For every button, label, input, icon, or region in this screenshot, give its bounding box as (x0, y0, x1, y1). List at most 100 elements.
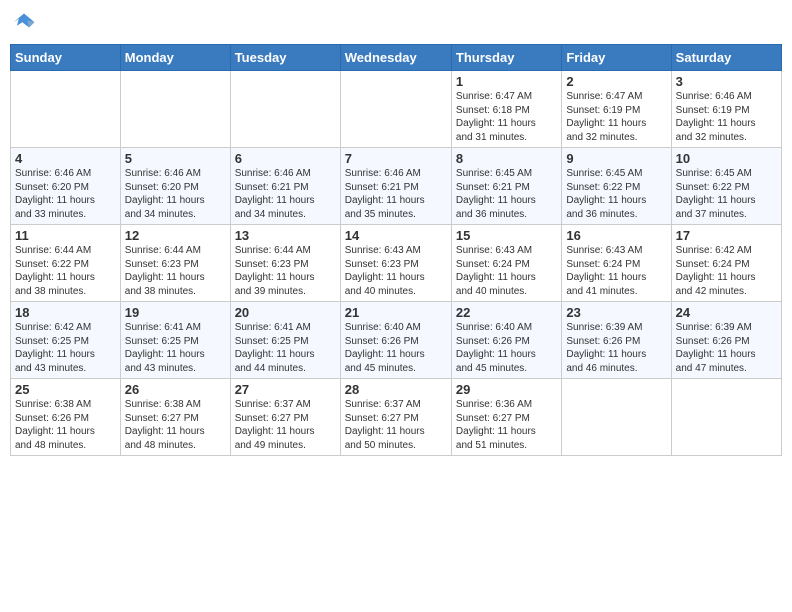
calendar-cell: 17Sunrise: 6:42 AMSunset: 6:24 PMDayligh… (671, 225, 781, 302)
day-header-friday: Friday (562, 45, 671, 71)
calendar-cell: 2Sunrise: 6:47 AMSunset: 6:19 PMDaylight… (562, 71, 671, 148)
calendar-week-row: 11Sunrise: 6:44 AMSunset: 6:22 PMDayligh… (11, 225, 782, 302)
day-number: 21 (345, 305, 447, 320)
calendar-week-row: 1Sunrise: 6:47 AMSunset: 6:18 PMDaylight… (11, 71, 782, 148)
calendar-cell: 6Sunrise: 6:46 AMSunset: 6:21 PMDaylight… (230, 148, 340, 225)
day-number: 13 (235, 228, 336, 243)
day-number: 19 (125, 305, 226, 320)
calendar-cell: 7Sunrise: 6:46 AMSunset: 6:21 PMDaylight… (340, 148, 451, 225)
day-number: 3 (676, 74, 777, 89)
day-header-monday: Monday (120, 45, 230, 71)
day-info: Sunrise: 6:44 AMSunset: 6:22 PMDaylight:… (15, 244, 116, 298)
day-info: Sunrise: 6:47 AMSunset: 6:18 PMDaylight:… (456, 90, 557, 144)
day-info: Sunrise: 6:36 AMSunset: 6:27 PMDaylight:… (456, 398, 557, 452)
calendar-cell (11, 71, 121, 148)
calendar-cell: 3Sunrise: 6:46 AMSunset: 6:19 PMDaylight… (671, 71, 781, 148)
page-header (10, 10, 782, 38)
day-info: Sunrise: 6:37 AMSunset: 6:27 PMDaylight:… (235, 398, 336, 452)
day-number: 23 (566, 305, 666, 320)
day-number: 11 (15, 228, 116, 243)
calendar-cell: 11Sunrise: 6:44 AMSunset: 6:22 PMDayligh… (11, 225, 121, 302)
calendar-cell: 15Sunrise: 6:43 AMSunset: 6:24 PMDayligh… (451, 225, 561, 302)
day-number: 14 (345, 228, 447, 243)
day-number: 25 (15, 382, 116, 397)
day-info: Sunrise: 6:39 AMSunset: 6:26 PMDaylight:… (676, 321, 777, 375)
day-info: Sunrise: 6:45 AMSunset: 6:22 PMDaylight:… (566, 167, 666, 221)
calendar-week-row: 4Sunrise: 6:46 AMSunset: 6:20 PMDaylight… (11, 148, 782, 225)
day-number: 4 (15, 151, 116, 166)
calendar-cell: 22Sunrise: 6:40 AMSunset: 6:26 PMDayligh… (451, 302, 561, 379)
day-header-wednesday: Wednesday (340, 45, 451, 71)
calendar-cell: 14Sunrise: 6:43 AMSunset: 6:23 PMDayligh… (340, 225, 451, 302)
day-info: Sunrise: 6:43 AMSunset: 6:24 PMDaylight:… (566, 244, 666, 298)
day-header-sunday: Sunday (11, 45, 121, 71)
day-info: Sunrise: 6:45 AMSunset: 6:22 PMDaylight:… (676, 167, 777, 221)
day-info: Sunrise: 6:40 AMSunset: 6:26 PMDaylight:… (456, 321, 557, 375)
calendar-table: SundayMondayTuesdayWednesdayThursdayFrid… (10, 44, 782, 456)
calendar-header-row: SundayMondayTuesdayWednesdayThursdayFrid… (11, 45, 782, 71)
day-number: 17 (676, 228, 777, 243)
day-info: Sunrise: 6:38 AMSunset: 6:26 PMDaylight:… (15, 398, 116, 452)
day-number: 18 (15, 305, 116, 320)
calendar-cell (230, 71, 340, 148)
calendar-cell: 18Sunrise: 6:42 AMSunset: 6:25 PMDayligh… (11, 302, 121, 379)
day-number: 1 (456, 74, 557, 89)
day-info: Sunrise: 6:37 AMSunset: 6:27 PMDaylight:… (345, 398, 447, 452)
day-info: Sunrise: 6:46 AMSunset: 6:20 PMDaylight:… (15, 167, 116, 221)
day-number: 27 (235, 382, 336, 397)
day-header-saturday: Saturday (671, 45, 781, 71)
calendar-cell: 5Sunrise: 6:46 AMSunset: 6:20 PMDaylight… (120, 148, 230, 225)
calendar-cell: 19Sunrise: 6:41 AMSunset: 6:25 PMDayligh… (120, 302, 230, 379)
day-number: 10 (676, 151, 777, 166)
day-number: 28 (345, 382, 447, 397)
day-number: 26 (125, 382, 226, 397)
calendar-cell: 25Sunrise: 6:38 AMSunset: 6:26 PMDayligh… (11, 379, 121, 456)
calendar-cell: 13Sunrise: 6:44 AMSunset: 6:23 PMDayligh… (230, 225, 340, 302)
calendar-cell (340, 71, 451, 148)
calendar-cell (671, 379, 781, 456)
day-number: 12 (125, 228, 226, 243)
logo-icon (10, 10, 38, 38)
calendar-week-row: 18Sunrise: 6:42 AMSunset: 6:25 PMDayligh… (11, 302, 782, 379)
day-number: 2 (566, 74, 666, 89)
calendar-cell: 4Sunrise: 6:46 AMSunset: 6:20 PMDaylight… (11, 148, 121, 225)
calendar-cell: 1Sunrise: 6:47 AMSunset: 6:18 PMDaylight… (451, 71, 561, 148)
day-header-thursday: Thursday (451, 45, 561, 71)
day-info: Sunrise: 6:44 AMSunset: 6:23 PMDaylight:… (125, 244, 226, 298)
day-info: Sunrise: 6:38 AMSunset: 6:27 PMDaylight:… (125, 398, 226, 452)
calendar-cell: 12Sunrise: 6:44 AMSunset: 6:23 PMDayligh… (120, 225, 230, 302)
day-number: 5 (125, 151, 226, 166)
day-number: 24 (676, 305, 777, 320)
logo (10, 10, 42, 38)
day-number: 16 (566, 228, 666, 243)
calendar-cell (562, 379, 671, 456)
calendar-cell: 27Sunrise: 6:37 AMSunset: 6:27 PMDayligh… (230, 379, 340, 456)
day-info: Sunrise: 6:46 AMSunset: 6:20 PMDaylight:… (125, 167, 226, 221)
day-info: Sunrise: 6:40 AMSunset: 6:26 PMDaylight:… (345, 321, 447, 375)
day-info: Sunrise: 6:42 AMSunset: 6:25 PMDaylight:… (15, 321, 116, 375)
calendar-cell: 9Sunrise: 6:45 AMSunset: 6:22 PMDaylight… (562, 148, 671, 225)
day-info: Sunrise: 6:42 AMSunset: 6:24 PMDaylight:… (676, 244, 777, 298)
calendar-cell: 20Sunrise: 6:41 AMSunset: 6:25 PMDayligh… (230, 302, 340, 379)
day-number: 29 (456, 382, 557, 397)
day-info: Sunrise: 6:47 AMSunset: 6:19 PMDaylight:… (566, 90, 666, 144)
day-number: 6 (235, 151, 336, 166)
calendar-cell: 8Sunrise: 6:45 AMSunset: 6:21 PMDaylight… (451, 148, 561, 225)
calendar-cell: 26Sunrise: 6:38 AMSunset: 6:27 PMDayligh… (120, 379, 230, 456)
calendar-week-row: 25Sunrise: 6:38 AMSunset: 6:26 PMDayligh… (11, 379, 782, 456)
day-info: Sunrise: 6:46 AMSunset: 6:19 PMDaylight:… (676, 90, 777, 144)
day-number: 22 (456, 305, 557, 320)
day-info: Sunrise: 6:39 AMSunset: 6:26 PMDaylight:… (566, 321, 666, 375)
day-info: Sunrise: 6:46 AMSunset: 6:21 PMDaylight:… (345, 167, 447, 221)
day-number: 9 (566, 151, 666, 166)
day-info: Sunrise: 6:43 AMSunset: 6:24 PMDaylight:… (456, 244, 557, 298)
calendar-cell: 23Sunrise: 6:39 AMSunset: 6:26 PMDayligh… (562, 302, 671, 379)
calendar-cell: 24Sunrise: 6:39 AMSunset: 6:26 PMDayligh… (671, 302, 781, 379)
calendar-cell: 10Sunrise: 6:45 AMSunset: 6:22 PMDayligh… (671, 148, 781, 225)
day-info: Sunrise: 6:45 AMSunset: 6:21 PMDaylight:… (456, 167, 557, 221)
day-info: Sunrise: 6:44 AMSunset: 6:23 PMDaylight:… (235, 244, 336, 298)
calendar-cell: 21Sunrise: 6:40 AMSunset: 6:26 PMDayligh… (340, 302, 451, 379)
day-info: Sunrise: 6:41 AMSunset: 6:25 PMDaylight:… (125, 321, 226, 375)
day-number: 7 (345, 151, 447, 166)
day-number: 20 (235, 305, 336, 320)
